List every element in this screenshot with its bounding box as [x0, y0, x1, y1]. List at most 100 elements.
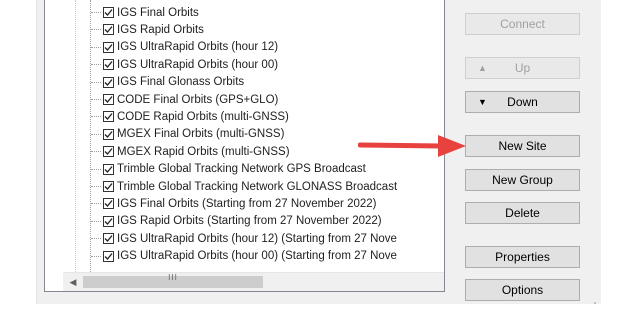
annotation-arrow-icon: [358, 135, 466, 157]
tree-connector: [91, 133, 101, 135]
checkbox[interactable]: [103, 41, 114, 53]
checkmark-icon: [104, 113, 113, 121]
tree-connector: [91, 168, 101, 170]
tree-item[interactable]: IGS UltraRapid Orbits (hour 12): [91, 39, 278, 56]
new-site-button[interactable]: New Site: [465, 135, 580, 157]
tree-item[interactable]: IGS Rapid Orbits (Starting from 27 Novem…: [91, 213, 382, 230]
checkmark-icon: [104, 130, 113, 138]
checkbox[interactable]: [103, 215, 114, 227]
checkbox[interactable]: [103, 233, 114, 245]
down-triangle-icon: ▼: [478, 97, 487, 107]
tree-item[interactable]: IGS UltraRapid Orbits (hour 12) (Startin…: [91, 230, 397, 247]
tree-connector: [91, 203, 101, 205]
checkbox[interactable]: [103, 128, 114, 140]
tree-connector: [91, 99, 101, 100]
tree-item-label: MGEX Final Orbits (multi-GNSS): [117, 128, 285, 141]
tree-item[interactable]: IGS UltraRapid Orbits (hour 00): [91, 56, 278, 73]
tree-connector: [91, 81, 101, 83]
checkmark-icon: [104, 217, 113, 225]
checkbox[interactable]: [103, 146, 114, 158]
tree-item[interactable]: Trimble Global Tracking Network GLONASS …: [91, 178, 397, 195]
checkbox[interactable]: [103, 24, 114, 36]
options-button-label: Options: [501, 283, 544, 297]
new-site-button-label: New Site: [498, 139, 547, 153]
tree-connector: [91, 64, 101, 66]
tree-item-label: IGS UltraRapid Orbits (hour 12): [117, 41, 279, 54]
checkmark-icon: [104, 78, 113, 86]
tree-item-label: IGS UltraRapid Orbits (hour 00): [117, 58, 279, 71]
checkbox[interactable]: [103, 181, 114, 192]
properties-button[interactable]: Properties: [465, 246, 580, 268]
horizontal-scrollbar[interactable]: ◀ III ▶: [63, 272, 444, 291]
tree-connector: [91, 220, 101, 222]
checkmark-icon: [104, 9, 113, 16]
properties-button-label: Properties: [495, 250, 550, 264]
tree-item-label: Trimble Global Tracking Network GPS Broa…: [117, 163, 366, 176]
tree-connector: [91, 46, 101, 48]
tree-connector: [91, 29, 101, 31]
tree-connector: [91, 151, 101, 153]
tree-item[interactable]: IGS UltraRapid Orbits (hour 00) (Startin…: [91, 248, 397, 265]
up-button[interactable]: ▲ Up: [465, 57, 580, 79]
tree-item[interactable]: IGS Final Glonass Orbits: [91, 74, 244, 91]
checkbox[interactable]: [103, 76, 114, 88]
connect-button[interactable]: Connect: [465, 13, 580, 35]
checkmark-icon: [104, 200, 113, 208]
tree-connector: [91, 12, 101, 13]
checkmark-icon: [104, 148, 113, 156]
tree-item-label: IGS Final Orbits: [117, 6, 199, 19]
connect-button-label: Connect: [500, 17, 545, 31]
tree-item[interactable]: MGEX Rapid Orbits (multi-GNSS): [91, 143, 290, 160]
scroll-left-arrow-icon[interactable]: ◀: [67, 276, 79, 288]
up-button-label: Up: [514, 61, 531, 75]
tree-item-label: IGS UltraRapid Orbits (hour 00) (Startin…: [117, 250, 397, 263]
checkmark-icon: [104, 61, 113, 69]
resize-grip-icon[interactable]: [592, 300, 598, 306]
tree-item-label: IGS Rapid Orbits (Starting from 27 Novem…: [117, 215, 382, 228]
options-button[interactable]: Options: [465, 279, 580, 301]
tree-item-label: CODE Final Orbits (GPS+GLO): [117, 93, 279, 106]
tree-guide-line: [75, 0, 76, 272]
up-triangle-icon: ▲: [478, 63, 487, 73]
tree-item-label: IGS UltraRapid Orbits (hour 12) (Startin…: [117, 232, 397, 245]
new-group-button-label: New Group: [492, 173, 553, 187]
checkmark-icon: [104, 165, 113, 173]
tree-item[interactable]: IGS Final Orbits: [91, 4, 199, 21]
tree-item-label: MGEX Rapid Orbits (multi-GNSS): [117, 145, 290, 158]
checkmark-icon: [104, 235, 113, 243]
checkbox[interactable]: [103, 7, 114, 18]
horizontal-scroll-thumb[interactable]: III: [83, 273, 263, 288]
checkmark-icon: [104, 183, 113, 190]
checkbox[interactable]: [103, 111, 114, 123]
tree-connector: [91, 186, 101, 187]
tree-item-label: IGS Rapid Orbits: [117, 23, 204, 36]
down-button-label: Down: [507, 95, 538, 109]
tree-item[interactable]: CODE Final Orbits (GPS+GLO): [91, 91, 278, 108]
tree-item-label: CODE Rapid Orbits (multi-GNSS): [117, 110, 289, 123]
checkbox[interactable]: [103, 163, 114, 175]
tree-item[interactable]: Trimble Global Tracking Network GPS Broa…: [91, 161, 366, 178]
down-button[interactable]: ▼ Down: [465, 91, 580, 113]
tree-connector: [91, 116, 101, 118]
tree-item-label: IGS Final Glonass Orbits: [117, 76, 245, 89]
checkmark-icon: [104, 96, 113, 103]
tree-item[interactable]: IGS Final Orbits (Starting from 27 Novem…: [91, 195, 377, 212]
checkbox[interactable]: [103, 59, 114, 71]
checkbox[interactable]: [103, 250, 114, 262]
tree-item-label: IGS Final Orbits (Starting from 27 Novem…: [117, 197, 377, 210]
scroll-thumb-grip: III: [168, 273, 178, 282]
delete-button[interactable]: Delete: [465, 202, 580, 224]
checkmark-icon: [104, 43, 113, 51]
checkbox[interactable]: [103, 94, 114, 105]
tree-connector: [91, 255, 101, 257]
delete-button-label: Delete: [505, 206, 540, 220]
tree-item[interactable]: CODE Rapid Orbits (multi-GNSS): [91, 108, 289, 125]
checkmark-icon: [104, 252, 113, 260]
tree-item[interactable]: MGEX Final Orbits (multi-GNSS): [91, 126, 284, 143]
checkbox[interactable]: [103, 198, 114, 210]
tree-connector: [91, 238, 101, 240]
tree-item[interactable]: IGS Rapid Orbits: [91, 21, 204, 38]
new-group-button[interactable]: New Group: [465, 169, 580, 191]
tree-item-label: Trimble Global Tracking Network GLONASS …: [117, 180, 398, 193]
checkmark-icon: [104, 26, 113, 34]
